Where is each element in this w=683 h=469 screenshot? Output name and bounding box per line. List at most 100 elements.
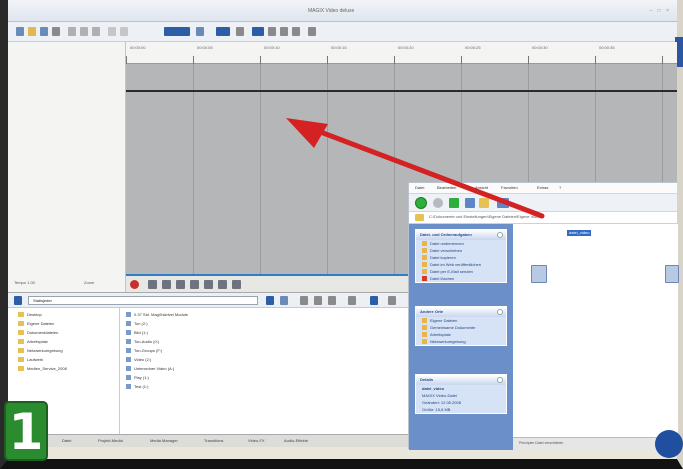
video-file-icon[interactable] — [665, 265, 679, 283]
new-project-icon[interactable] — [16, 27, 24, 36]
marker-icon[interactable] — [292, 27, 300, 36]
tab-datei[interactable]: Datei — [62, 438, 71, 443]
selected-file-label[interactable]: datei_video — [567, 230, 592, 236]
tree-item[interactable]: Medien_Service_2008 — [18, 366, 67, 372]
ruler-label: 00:00:35 — [599, 45, 615, 50]
refresh-icon[interactable] — [328, 296, 336, 305]
list-item[interactable]: Video (2:) — [126, 357, 151, 363]
ruler-label: 00:00:25 — [465, 45, 481, 50]
tab-media-manager[interactable]: Media Manager — [150, 438, 178, 443]
task-link[interactable]: Datei im Web veröffentlichen — [416, 261, 506, 268]
options-icon[interactable] — [388, 296, 396, 305]
transport-bar — [126, 274, 416, 292]
ruler-label: 00:00:15 — [331, 45, 347, 50]
task-link[interactable]: Datei verschieben — [416, 247, 506, 254]
collapse-icon[interactable] — [497, 309, 503, 315]
web-icon — [422, 262, 427, 268]
play-icon[interactable] — [162, 280, 171, 289]
place-link[interactable]: Arbeitsplatz — [416, 331, 506, 338]
time-ruler[interactable]: 00:00:00 00:00:05 00:00:10 00:00:15 00:0… — [126, 42, 677, 64]
list-item[interactable]: 0.37 Std. MagiXskrivel Module — [126, 312, 188, 318]
file-icon — [126, 375, 131, 381]
open-folder-icon[interactable] — [28, 27, 36, 36]
status-text: Prinzipien Datei verschieben — [519, 441, 564, 445]
list-item[interactable]: Test (1:) — [126, 384, 148, 390]
fast-forward-icon[interactable] — [190, 280, 199, 289]
tree-item[interactable]: Laufwerk — [18, 357, 43, 363]
list-item[interactable]: Ton-Audio (0:) — [126, 339, 159, 345]
search-icon[interactable] — [370, 296, 378, 305]
tree-item[interactable]: Arbeitsplatz — [18, 339, 48, 345]
cut-icon[interactable] — [68, 27, 76, 36]
file-icon — [126, 384, 131, 390]
browser-path-field[interactable]: Statisjeder — [28, 296, 258, 305]
task-link[interactable]: Datei umbenennen — [416, 240, 506, 247]
list-item[interactable]: Ton (2:) — [126, 321, 148, 327]
file-list: 0.37 Std. MagiXskrivel Module Ton (2:) B… — [120, 308, 418, 435]
email-icon — [422, 269, 427, 275]
mouse-mode-icon[interactable] — [196, 27, 204, 36]
save-icon[interactable] — [40, 27, 48, 36]
print-icon[interactable] — [52, 27, 60, 36]
file-icon — [126, 357, 131, 363]
task-link[interactable]: Datei per E-Mail senden — [416, 268, 506, 275]
browse-icon[interactable] — [266, 296, 274, 305]
tree-item[interactable]: Desktop — [18, 312, 42, 318]
place-link[interactable]: Gemeinsame Dokumente — [416, 324, 506, 331]
tree-item[interactable]: Eigene Dateien — [18, 321, 54, 327]
task-pane: Datei- und Ordneraufgaben Datei umbenenn… — [409, 224, 513, 450]
place-link[interactable]: Eigene Dateien — [416, 317, 506, 324]
marker-out-icon[interactable] — [232, 280, 241, 289]
explorer-status-bar: Prinzipien Datei verschieben — [513, 437, 678, 450]
collapse-icon[interactable] — [497, 377, 503, 383]
computer-icon — [422, 332, 427, 338]
file-tasks-header[interactable]: Datei- und Ordneraufgaben — [416, 230, 506, 240]
marker-in-icon[interactable] — [218, 280, 227, 289]
list-item[interactable]: Bild (1:) — [126, 330, 148, 336]
list-item[interactable]: Unterordner Video (A:) — [126, 366, 174, 372]
tree-item[interactable]: Dokumentdateien — [18, 330, 58, 336]
arrow-shaft — [307, 125, 545, 219]
sort-icon[interactable] — [348, 296, 356, 305]
undo-icon[interactable] — [108, 27, 116, 36]
tab-projekt-media[interactable]: Projekt-Media — [98, 438, 123, 443]
effect-icon[interactable] — [216, 27, 230, 36]
video-file-icon[interactable] — [531, 265, 547, 283]
storyboard-icon[interactable] — [252, 27, 264, 36]
folder-up-icon[interactable] — [14, 296, 22, 305]
view-icon[interactable] — [280, 296, 288, 305]
view-mode-button[interactable] — [164, 27, 190, 36]
collapse-icon[interactable] — [497, 232, 503, 238]
details-header[interactable]: Details — [416, 375, 506, 385]
network-icon — [18, 348, 24, 354]
file-icon — [126, 321, 131, 327]
link-icon[interactable] — [280, 27, 288, 36]
window-controls[interactable]: – □ × — [650, 8, 672, 14]
loop-icon[interactable] — [204, 280, 213, 289]
back-icon[interactable] — [300, 296, 308, 305]
stop-icon[interactable] — [148, 280, 157, 289]
tree-item[interactable]: Netzwerkumgebung — [18, 348, 63, 354]
tab-audio-effekte[interactable]: Audio-Effekte — [284, 438, 308, 443]
paste-icon[interactable] — [92, 27, 100, 36]
forward-icon[interactable] — [314, 296, 322, 305]
copy-icon[interactable] — [80, 27, 88, 36]
details-line: Geändert: 12.05.2008 — [422, 400, 461, 405]
tab-transitions[interactable]: Transitions — [204, 438, 223, 443]
window-title: MAGIX Video deluxe — [308, 8, 355, 14]
list-item[interactable]: Ton-Groups (F:) — [126, 348, 162, 354]
record-icon[interactable] — [130, 280, 139, 289]
redo-icon[interactable] — [120, 27, 128, 36]
file-icon — [126, 348, 131, 354]
other-places-header[interactable]: Andere Orte — [416, 307, 506, 317]
zoom-icon[interactable] — [268, 27, 276, 36]
list-item[interactable]: Play (1:) — [126, 375, 149, 381]
place-link[interactable]: Netzwerkumgebung — [416, 338, 506, 345]
task-link[interactable]: Datei kopieren — [416, 254, 506, 261]
rewind-icon[interactable] — [176, 280, 185, 289]
settings-icon[interactable] — [308, 27, 316, 36]
task-link[interactable]: Datei löschen — [416, 275, 506, 282]
file-icon — [126, 339, 131, 345]
tab-video-fx[interactable]: Video-FX — [248, 438, 265, 443]
split-icon[interactable] — [236, 27, 244, 36]
